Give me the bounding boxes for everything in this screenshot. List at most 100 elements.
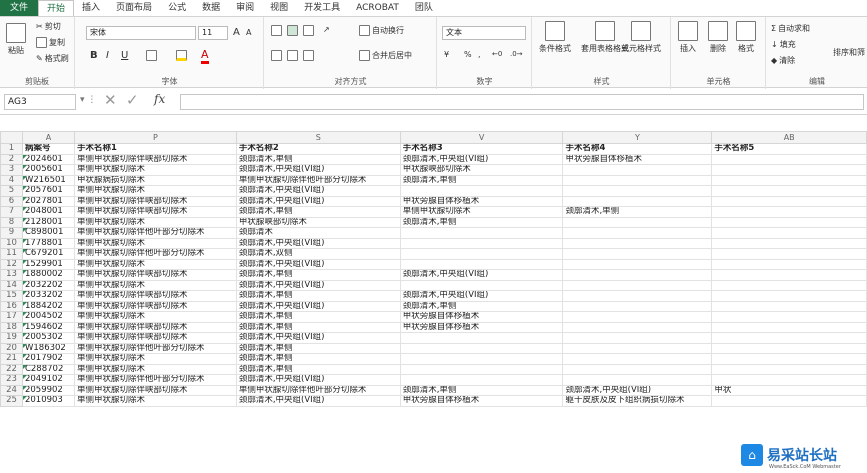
cell[interactable]: 单侧甲状腺切除伴他叶部分切除术: [73, 227, 237, 239]
tab-5[interactable]: 数据: [194, 0, 228, 16]
cell[interactable]: 颈廓清术,中央组(VI组): [399, 153, 564, 165]
row-header[interactable]: 1: [0, 143, 23, 155]
cell[interactable]: 单侧甲状腺切除伴峡部切除术: [73, 321, 237, 333]
cell[interactable]: 2005302: [21, 332, 75, 344]
cell[interactable]: 甲状旁腺自体移植术: [399, 195, 564, 207]
cell[interactable]: 单侧甲状腺切除伴峡部切除术: [73, 332, 237, 344]
cell[interactable]: 单侧甲状腺切除伴峡部切除术: [73, 195, 237, 207]
border-button[interactable]: [146, 50, 157, 61]
wrap-text-button[interactable]: 自动换行: [359, 25, 404, 36]
cell[interactable]: [562, 321, 713, 333]
cell[interactable]: [711, 185, 867, 197]
row-header[interactable]: 2: [0, 153, 23, 165]
cell[interactable]: 颈廓清术,中央组(VI组): [235, 258, 401, 270]
cell[interactable]: [399, 237, 564, 249]
cell[interactable]: 单侧甲状腺切除术: [73, 395, 237, 407]
cell[interactable]: [399, 227, 564, 239]
row-header[interactable]: 21: [0, 353, 23, 365]
row-header[interactable]: 3: [0, 164, 23, 176]
cell[interactable]: 单侧甲状腺切除伴峡部切除术: [73, 300, 237, 312]
cell[interactable]: 甲状腺病损切除术: [73, 174, 237, 186]
delete-cells-button[interactable]: 删除: [708, 21, 728, 54]
cell[interactable]: [711, 237, 867, 249]
cell[interactable]: 颈廓清术,中央组(VI组): [235, 300, 401, 312]
cell[interactable]: [711, 258, 867, 270]
cell[interactable]: 单侧甲状腺切除术: [73, 164, 237, 176]
cell[interactable]: 1880002: [21, 269, 75, 281]
cell[interactable]: 单侧甲状腺切除伴他叶部分切除术: [235, 174, 401, 186]
bottom-align-button[interactable]: [303, 25, 314, 36]
row-header[interactable]: 25: [0, 395, 23, 407]
format-painter-button[interactable]: ✎ 格式刷: [36, 53, 69, 64]
row-header[interactable]: 4: [0, 174, 23, 186]
cell[interactable]: [711, 300, 867, 312]
cell[interactable]: W186302: [21, 342, 75, 354]
cell[interactable]: [711, 353, 867, 365]
cell[interactable]: 单侧甲状腺切除术: [73, 185, 237, 197]
column-header[interactable]: AB: [711, 131, 867, 144]
cell[interactable]: 甲状旁腺自体移植术: [399, 311, 564, 323]
cell[interactable]: 颈廓清术,单侧: [235, 206, 401, 218]
cell[interactable]: [399, 342, 564, 354]
cell[interactable]: 1529901: [21, 258, 75, 270]
cell[interactable]: [562, 258, 713, 270]
cell[interactable]: 单侧甲状腺切除伴他叶部分切除术: [73, 342, 237, 354]
cell[interactable]: [399, 374, 564, 386]
cell[interactable]: 颈廓清术,中央组(VI组): [562, 384, 713, 396]
cell[interactable]: C898001: [21, 227, 75, 239]
cell[interactable]: [711, 269, 867, 281]
row-header[interactable]: 19: [0, 332, 23, 344]
cell[interactable]: 手术名称1: [73, 143, 237, 155]
cell[interactable]: W216501: [21, 174, 75, 186]
cell[interactable]: 颈廓清术,单侧: [399, 384, 564, 396]
column-header[interactable]: S: [235, 131, 401, 144]
row-header[interactable]: 20: [0, 342, 23, 354]
cell[interactable]: 颈廓清术,双侧: [235, 248, 401, 260]
cell[interactable]: [562, 353, 713, 365]
cell-styles-button[interactable]: 单元格样式: [621, 21, 661, 54]
comma-button[interactable]: ,: [478, 50, 481, 59]
confirm-icon[interactable]: ✓: [126, 91, 139, 109]
cell[interactable]: [711, 332, 867, 344]
cell[interactable]: 手术名称3: [399, 143, 564, 155]
decrease-decimal-button[interactable]: .0→: [510, 50, 523, 58]
cell[interactable]: 单侧甲状腺切除术: [73, 279, 237, 291]
cell[interactable]: [562, 332, 713, 344]
column-header[interactable]: V: [399, 131, 564, 144]
cell[interactable]: 单侧甲状腺切除术: [73, 311, 237, 323]
cell[interactable]: [399, 363, 564, 375]
row-header[interactable]: 6: [0, 195, 23, 207]
cell[interactable]: [562, 269, 713, 281]
cell[interactable]: 颈廓清术,单侧: [235, 363, 401, 375]
cell[interactable]: [711, 395, 867, 407]
percent-button[interactable]: %: [464, 50, 472, 59]
row-header[interactable]: 5: [0, 185, 23, 197]
cell[interactable]: 2048001: [21, 206, 75, 218]
cell[interactable]: C288702: [21, 363, 75, 375]
cell[interactable]: 颈廓清术,中央组(VI组): [235, 185, 401, 197]
tab-0[interactable]: 文件: [0, 0, 39, 16]
cell[interactable]: [711, 216, 867, 228]
shrink-font-button[interactable]: A: [246, 28, 251, 37]
cell[interactable]: 2059902: [21, 384, 75, 396]
row-header[interactable]: 13: [0, 269, 23, 281]
cell[interactable]: C679201: [21, 248, 75, 260]
cell[interactable]: [562, 342, 713, 354]
cell[interactable]: 手术名称2: [235, 143, 401, 155]
right-align-button[interactable]: [303, 50, 314, 61]
tab-8[interactable]: 开发工具: [296, 0, 348, 16]
cell[interactable]: [711, 363, 867, 375]
font-name-select[interactable]: 宋体: [86, 26, 196, 40]
cell[interactable]: 颈廓清术,中央组(VI组): [235, 279, 401, 291]
paste-button[interactable]: 粘贴: [6, 23, 26, 56]
cell[interactable]: [562, 164, 713, 176]
cell[interactable]: [711, 374, 867, 386]
cell[interactable]: 单侧甲状腺切除术: [73, 216, 237, 228]
cell[interactable]: 颈廓清术,中央组(VI组): [399, 290, 564, 302]
tab-1[interactable]: 开始: [38, 0, 75, 16]
cell[interactable]: 2032202: [21, 279, 75, 291]
cancel-icon[interactable]: ✕: [104, 91, 117, 109]
cell[interactable]: [562, 195, 713, 207]
autosum-button[interactable]: Σ 自动求和: [771, 23, 810, 34]
cell[interactable]: [711, 279, 867, 291]
